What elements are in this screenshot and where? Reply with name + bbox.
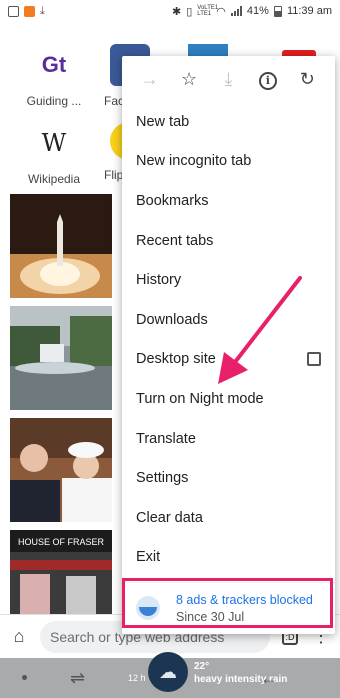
notification-icons: ⤓ — [8, 5, 45, 18]
recent-apps-icon[interactable]: ⇌ — [70, 668, 85, 689]
status-bar: ⤓ ✱ ▯ VoLTE1 LTE1 ◠ 41% 11:39 am — [0, 0, 340, 22]
cell-signal-icon — [230, 6, 242, 16]
wikipedia-icon: W — [33, 122, 75, 164]
menu-item-night-mode[interactable]: Turn on Night mode — [122, 379, 335, 419]
guiding-tech-icon: Gt — [33, 44, 75, 86]
menu-item-label: Exit — [136, 549, 161, 566]
shortcut-label: Flip — [104, 168, 124, 182]
signal-label: VoLTE1 LTE1 — [197, 5, 219, 17]
menu-item-bookmarks[interactable]: Bookmarks — [122, 181, 335, 221]
menu-item-label: New incognito tab — [136, 153, 252, 170]
info-icon[interactable]: i — [254, 68, 282, 90]
menu-item-label: Desktop site — [136, 351, 216, 368]
weather-hour: 12 h — [128, 673, 146, 683]
menu-item-new-incognito-tab[interactable]: New incognito tab — [122, 142, 335, 182]
battery-percent: 41% — [246, 5, 269, 17]
forward-icon[interactable]: → — [136, 69, 164, 90]
weather-widget[interactable]: ☁ — [148, 652, 188, 692]
menu-item-label: Recent tabs — [136, 232, 214, 249]
menu-item-settings[interactable]: Settings — [122, 458, 335, 498]
wifi-icon: ◠ — [216, 5, 226, 18]
menu-item-clear-data[interactable]: Clear data — [122, 498, 335, 538]
menu-item-label: Bookmarks — [136, 192, 209, 209]
bluetooth-icon: ✱ — [172, 5, 182, 18]
refresh-icon[interactable]: ↻ — [293, 69, 321, 90]
highlight-box — [122, 578, 333, 628]
shortcut-label: Wikipedia — [27, 172, 81, 186]
menu-item-label: Clear data — [136, 509, 203, 526]
menu-item-label: Translate — [136, 430, 196, 447]
home-icon[interactable]: ⌂ — [8, 626, 30, 647]
rocket-launch-image — [10, 194, 112, 298]
menu-item-desktop-site[interactable]: Desktop site — [122, 340, 335, 380]
menu-toolbar: → ☆ ⤓ i ↻ — [122, 56, 335, 102]
nav-dot-icon[interactable] — [22, 675, 27, 680]
menu-item-new-tab[interactable]: New tab — [122, 102, 335, 142]
navigation-bar: ⇌ 12 h ☁ 22° heavy intensity rain ← — [0, 652, 340, 698]
vibrate-icon: ▯ — [186, 5, 193, 18]
rain-cloud-icon: ☁ — [159, 661, 177, 682]
back-icon[interactable]: ← — [260, 668, 278, 689]
menu-item-label: Turn on Night mode — [136, 390, 264, 407]
app-notification-icon — [24, 5, 35, 17]
article-thumbnail[interactable]: HOUSE OF FRASER — [10, 530, 112, 614]
battery-icon — [273, 5, 282, 17]
flood-road-image — [10, 306, 112, 410]
shortcut-tile[interactable]: Flip — [94, 122, 140, 182]
svg-text:HOUSE OF FRASER: HOUSE OF FRASER — [18, 537, 105, 547]
house-of-fraser-image: HOUSE OF FRASER — [10, 530, 112, 614]
menu-item-recent-tabs[interactable]: Recent tabs — [122, 221, 335, 261]
menu-item-label: Downloads — [136, 311, 208, 328]
article-thumbnail[interactable] — [10, 418, 112, 522]
system-icons: ✱ ▯ VoLTE1 LTE1 ◠ 41% 11:39 am — [172, 5, 332, 18]
weather-temperature: 22° — [194, 661, 210, 672]
politicians-image — [10, 418, 112, 522]
download-notification-icon: ⤓ — [40, 4, 45, 17]
article-thumbnail[interactable] — [10, 306, 112, 410]
menu-item-history[interactable]: History — [122, 260, 335, 300]
gallery-icon — [8, 5, 19, 17]
shortcut-tile[interactable]: W Wikipedia — [14, 122, 94, 186]
menu-item-label: New tab — [136, 113, 190, 130]
menu-item-translate[interactable]: Translate — [122, 419, 335, 459]
desktop-site-checkbox[interactable] — [307, 352, 321, 367]
clock: 11:39 am — [286, 5, 332, 17]
download-icon[interactable]: ⤓ — [214, 69, 242, 90]
menu-item-label: Settings — [136, 470, 189, 487]
menu-item-exit[interactable]: Exit — [122, 538, 335, 578]
menu-item-downloads[interactable]: Downloads — [122, 300, 335, 340]
star-icon[interactable]: ☆ — [175, 69, 203, 90]
shortcut-tile[interactable]: Gt Guiding ... — [14, 44, 94, 108]
shortcut-label: Guiding ... — [26, 94, 82, 108]
article-thumbnail[interactable] — [10, 194, 112, 298]
overflow-menu: → ☆ ⤓ i ↻ New tab New incognito tab Book… — [122, 56, 335, 634]
menu-item-label: History — [136, 272, 182, 289]
